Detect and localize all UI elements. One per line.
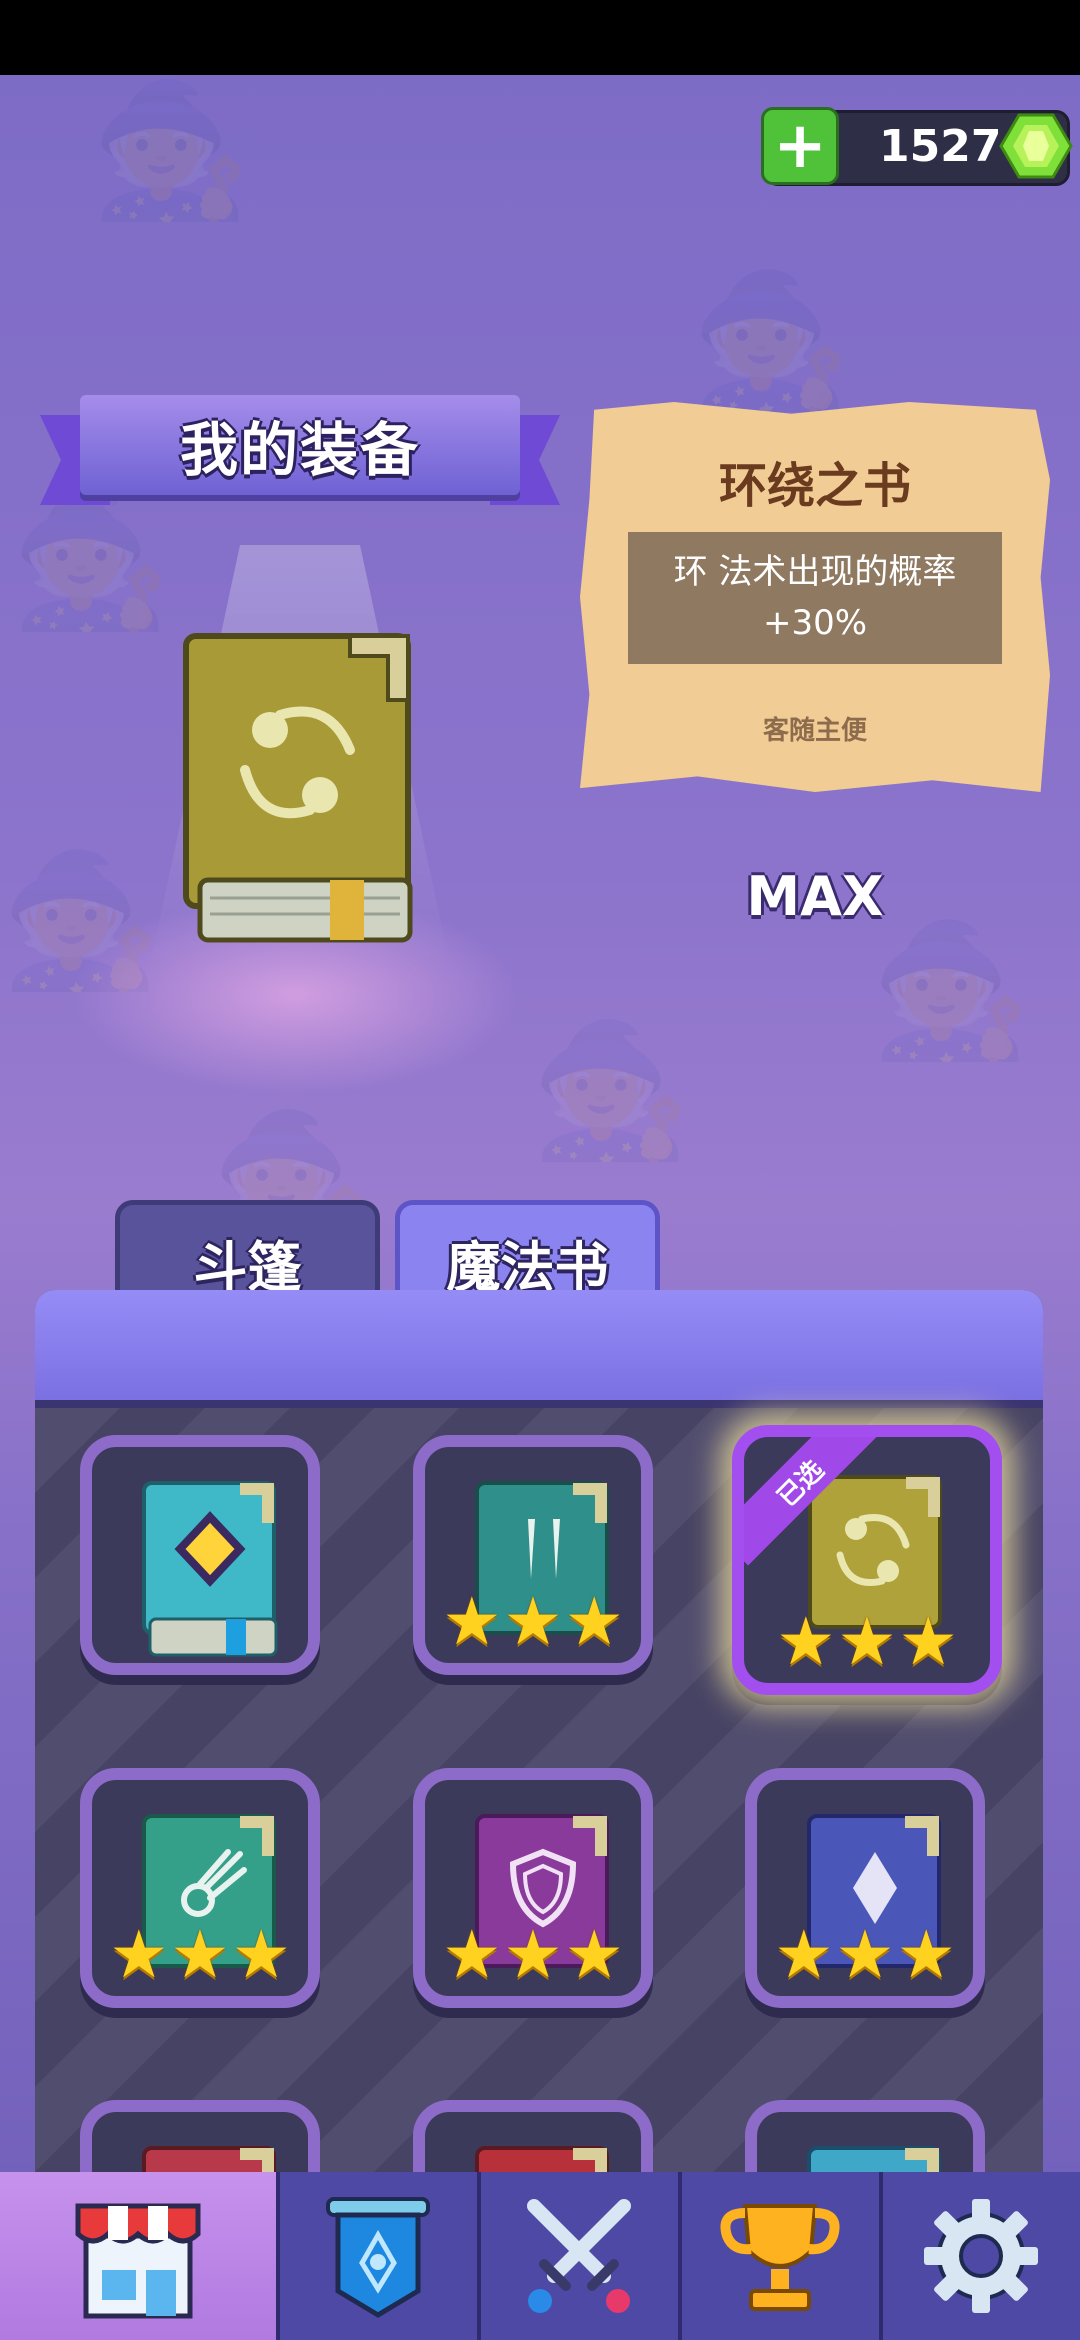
nav-battle[interactable] xyxy=(481,2172,682,2340)
book-slot[interactable]: ★ ★ ★ xyxy=(413,1435,653,1675)
hat-pattern-icon: 🧙 xyxy=(530,1014,692,1166)
page-title: 我的装备 xyxy=(179,416,420,484)
item-info-scroll: 环绕之书 环 法术出现的概率 +30% 客随主便 xyxy=(580,402,1050,792)
star-icon: ★ xyxy=(109,1916,169,1993)
bottom-nav xyxy=(0,2172,1080,2340)
star-icon: ★ xyxy=(776,1603,836,1680)
nav-banner[interactable] xyxy=(280,2172,481,2340)
item-note: 客随主便 xyxy=(762,716,867,746)
star-icon: ★ xyxy=(896,1916,956,1993)
banner-icon xyxy=(326,2197,431,2318)
star-icon: ★ xyxy=(503,1583,563,1660)
game-screen: 🧙 🧙 🧙 🧙 🧙 🧙 🧙 + 1527 我的装备 环绕之书 环 法术出现的概率… xyxy=(0,75,1080,2340)
shop-icon xyxy=(75,2203,201,2319)
gem-icon xyxy=(999,113,1073,179)
star-icon: ★ xyxy=(837,1603,897,1680)
book-slot[interactable]: ★ ★ ★ xyxy=(745,1768,985,2008)
star-icon: ★ xyxy=(442,1916,502,1993)
star-rating: ★ ★ ★ xyxy=(744,1609,990,1675)
diamond-gem-icon xyxy=(142,1481,278,1657)
nav-settings[interactable] xyxy=(883,2172,1080,2340)
gem-counter: + 1527 xyxy=(761,107,1073,186)
star-icon: ★ xyxy=(835,1916,895,1993)
star-rating: ★ ★ ★ xyxy=(425,1589,641,1655)
star-icon: ★ xyxy=(564,1583,624,1660)
item-bonus: +30% xyxy=(762,603,868,643)
gear-icon xyxy=(924,2199,1039,2313)
crossed-swords-icon xyxy=(527,2199,632,2313)
star-icon: ★ xyxy=(503,1916,563,1993)
star-icon: ★ xyxy=(442,1583,502,1660)
star-icon: ★ xyxy=(898,1603,958,1680)
star-icon: ★ xyxy=(774,1916,834,1993)
star-rating: ★ ★ ★ xyxy=(425,1922,641,1988)
star-rating: ★ ★ ★ xyxy=(92,1922,308,1988)
nav-shop[interactable] xyxy=(0,2172,280,2340)
book-slot[interactable] xyxy=(80,1435,320,1675)
item-description: 环 法术出现的概率 xyxy=(673,552,957,592)
gem-amount: 1527 xyxy=(879,121,1002,172)
star-icon: ★ xyxy=(170,1916,230,1993)
book-slot[interactable]: ★ ★ ★ xyxy=(80,1768,320,2008)
hat-pattern-icon: 🧙 xyxy=(90,75,252,226)
item-name: 环绕之书 xyxy=(718,458,911,514)
book-slot[interactable]: ★ ★ ★ xyxy=(413,1768,653,2008)
level-max-label: MAX xyxy=(746,865,884,928)
nav-trophy[interactable] xyxy=(682,2172,883,2340)
star-icon: ★ xyxy=(231,1916,291,1993)
title-banner: 我的装备 xyxy=(40,395,560,545)
panel-header xyxy=(35,1290,1043,1408)
add-gems-button[interactable]: + xyxy=(761,107,839,185)
banner-body: 我的装备 xyxy=(80,395,520,495)
trophy-icon xyxy=(720,2204,840,2311)
item-description-box: 环 法术出现的概率 +30% xyxy=(628,532,1002,664)
hat-pattern-icon: 🧙 xyxy=(870,914,1032,1066)
star-rating: ★ ★ ★ xyxy=(757,1922,973,1988)
hat-pattern-icon: 🧙 xyxy=(690,264,852,416)
book-slot-selected[interactable]: 已选 ★ ★ ★ xyxy=(732,1425,1002,1695)
equipped-book-image xyxy=(183,633,413,943)
star-icon: ★ xyxy=(564,1916,624,1993)
